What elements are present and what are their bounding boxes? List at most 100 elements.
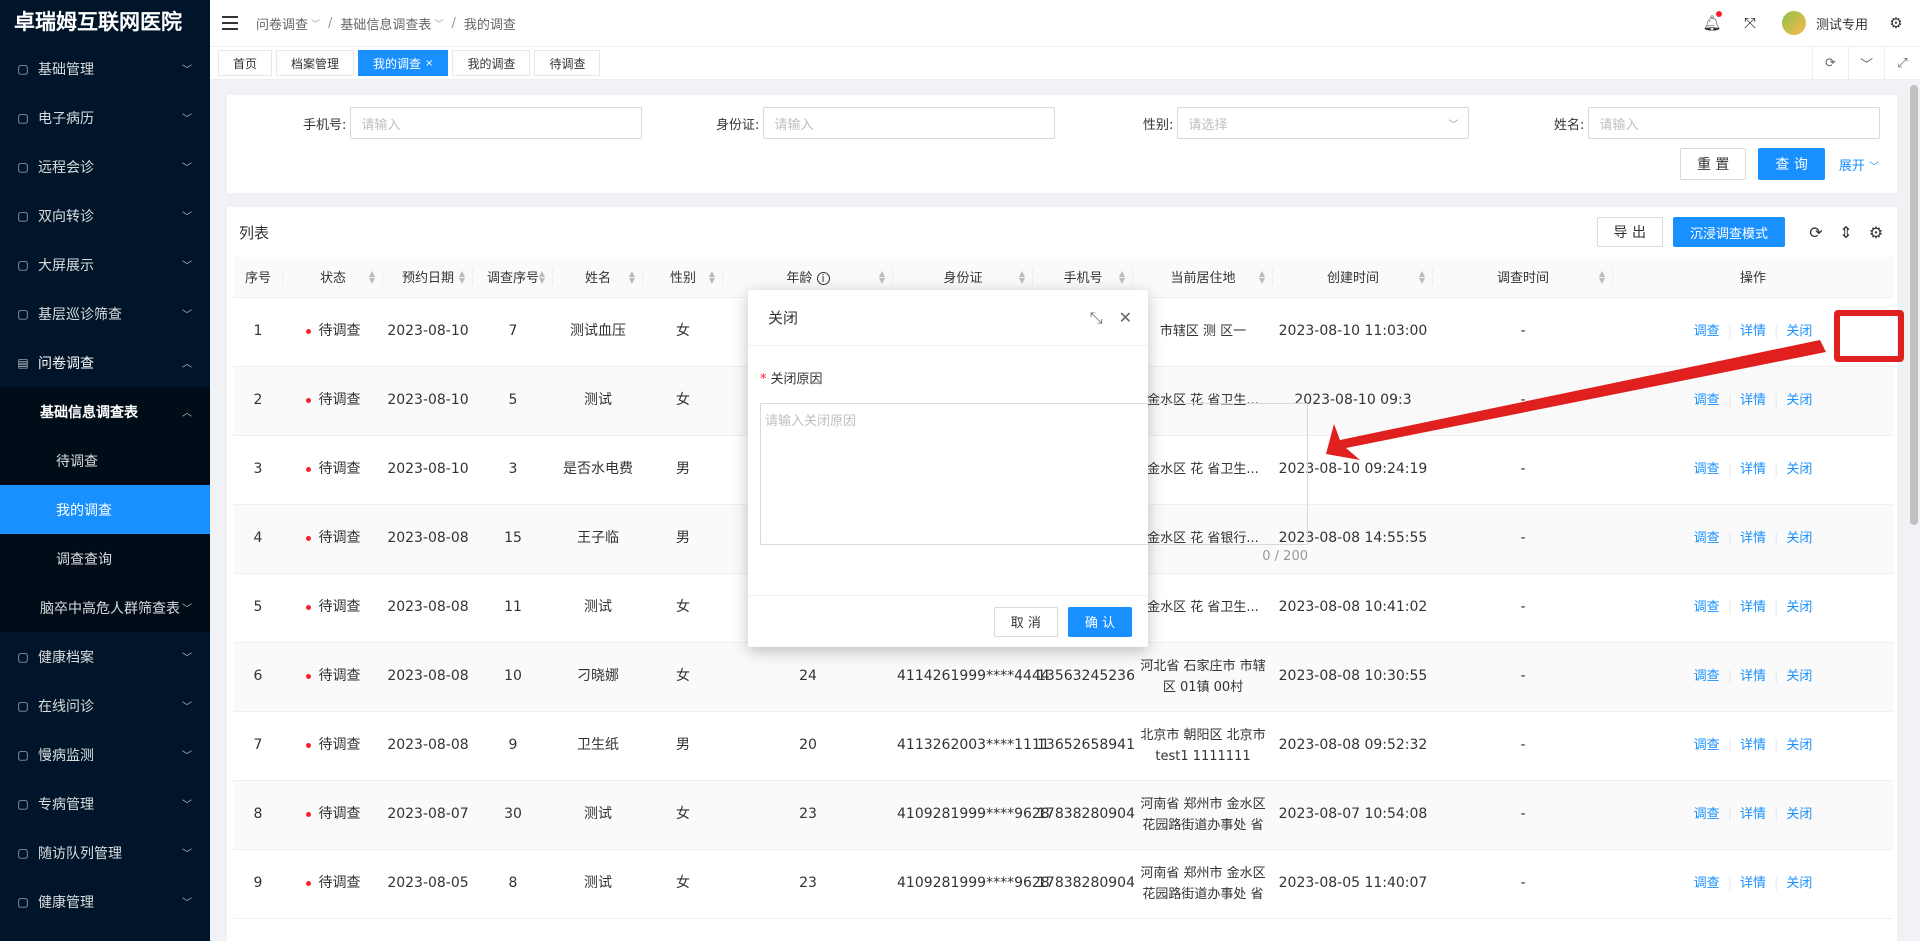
- user-name[interactable]: 测试专用: [1816, 14, 1868, 33]
- detail-link[interactable]: 详情: [1740, 807, 1766, 822]
- sort-icon[interactable]: ▲ ▼: [1419, 270, 1425, 285]
- survey-link[interactable]: 调查: [1694, 807, 1720, 822]
- bell-icon[interactable]: 🔔︎: [1702, 11, 1722, 33]
- expand-icon[interactable]: ⤢: [1884, 47, 1920, 79]
- id-input[interactable]: 请输入: [763, 107, 1056, 139]
- column-header[interactable]: 调查序号 ▲ ▼: [473, 257, 553, 298]
- detail-link[interactable]: 详情: [1740, 600, 1766, 615]
- sidebar-item[interactable]: ▢ 慢病监测 ﹀: [0, 730, 210, 779]
- column-header[interactable]: 预约日期 ▲ ▼: [383, 257, 473, 298]
- detail-link[interactable]: 详情: [1740, 669, 1766, 684]
- phone-input[interactable]: 请输入: [350, 107, 643, 139]
- detail-link[interactable]: 详情: [1740, 876, 1766, 891]
- gear-icon[interactable]: ⚙: [1867, 223, 1885, 242]
- sort-icon[interactable]: ▲ ▼: [1119, 270, 1125, 285]
- tab-archive[interactable]: 档案管理: [276, 50, 355, 76]
- sort-icon[interactable]: ▲ ▼: [1019, 270, 1025, 285]
- detail-link[interactable]: 详情: [1740, 324, 1766, 339]
- sidebar-item[interactable]: ▢ 健康档案 ﹀: [0, 632, 210, 681]
- sidebar-item[interactable]: ▢ 双向转诊 ﹀: [0, 191, 210, 240]
- refresh-icon[interactable]: ⟳: [1807, 223, 1825, 242]
- survey-link[interactable]: 调查: [1694, 738, 1720, 753]
- column-header[interactable]: 状态 ▲ ▼: [283, 257, 383, 298]
- gender-select[interactable]: 请选择 ﹀: [1177, 107, 1470, 139]
- fullscreen-icon[interactable]: ⤧: [1740, 13, 1760, 33]
- refresh-icon[interactable]: ⟳: [1812, 47, 1848, 79]
- immersive-mode-button[interactable]: 沉浸调查模式: [1672, 217, 1785, 247]
- close-link[interactable]: 关闭: [1786, 600, 1812, 615]
- detail-link[interactable]: 详情: [1740, 531, 1766, 546]
- tab-my-survey[interactable]: 我的调查: [452, 50, 531, 76]
- name-input[interactable]: 请输入: [1588, 107, 1881, 139]
- tab-pending-survey[interactable]: 待调查: [534, 50, 601, 76]
- sidebar-item-stroke-screening[interactable]: 脑卒中高危人群筛查表 ﹀: [0, 583, 210, 632]
- close-link[interactable]: 关闭: [1786, 669, 1812, 684]
- close-reason-textarea[interactable]: 请输入关闭原因: [760, 403, 1308, 545]
- sidebar-item-pending-survey[interactable]: 待调查: [0, 436, 210, 485]
- confirm-button[interactable]: 确 认: [1067, 606, 1132, 637]
- sidebar-item-my-survey[interactable]: 我的调查: [0, 485, 210, 534]
- detail-link[interactable]: 详情: [1740, 393, 1766, 408]
- column-header[interactable]: 调查时间 ▲ ▼: [1433, 257, 1613, 298]
- survey-link[interactable]: 调查: [1694, 462, 1720, 477]
- detail-link[interactable]: 详情: [1740, 462, 1766, 477]
- reset-button[interactable]: 重 置: [1679, 148, 1747, 180]
- close-link[interactable]: 关闭: [1786, 393, 1812, 408]
- sort-icon[interactable]: ▲ ▼: [1259, 270, 1265, 285]
- export-button[interactable]: 导 出: [1596, 217, 1663, 247]
- column-height-icon[interactable]: ⇕: [1837, 223, 1855, 242]
- survey-link[interactable]: 调查: [1694, 324, 1720, 339]
- sidebar-item[interactable]: ▢ 健康管理 ﹀: [0, 877, 210, 926]
- sort-icon[interactable]: ▲ ▼: [879, 270, 885, 285]
- query-button[interactable]: 查 询: [1758, 148, 1825, 180]
- sidebar-item[interactable]: ▢ 基础管理 ﹀: [0, 44, 210, 93]
- sort-icon[interactable]: ▲ ▼: [369, 270, 375, 285]
- sidebar-item[interactable]: ▢ 在线问诊 ﹀: [0, 681, 210, 730]
- close-icon[interactable]: ✕: [1119, 308, 1132, 328]
- sidebar-item[interactable]: ▢ 随访队列管理 ﹀: [0, 828, 210, 877]
- sidebar-item-basic-info-survey[interactable]: 基础信息调查表 ︿: [0, 387, 210, 436]
- column-header[interactable]: 姓名 ▲ ▼: [553, 257, 643, 298]
- menu-toggle-icon[interactable]: [222, 16, 238, 30]
- survey-link[interactable]: 调查: [1694, 669, 1720, 684]
- expand-link[interactable]: 展开 ﹀: [1839, 155, 1879, 174]
- close-link[interactable]: 关闭: [1786, 807, 1812, 822]
- sort-icon[interactable]: ▲ ▼: [459, 270, 465, 285]
- column-header[interactable]: 当前居住地 ▲ ▼: [1133, 257, 1273, 298]
- tab-my-survey-active[interactable]: 我的调查 ×: [358, 50, 449, 76]
- gear-icon[interactable]: ⚙: [1886, 13, 1906, 33]
- chevron-down-icon[interactable]: ﹀: [1848, 47, 1884, 79]
- sidebar-item[interactable]: ▢ 大屏展示 ﹀: [0, 240, 210, 289]
- sidebar-item-survey-query[interactable]: 调查查询: [0, 534, 210, 583]
- breadcrumb-item[interactable]: 基础信息调查表: [340, 14, 431, 33]
- tab-home[interactable]: 首页: [218, 50, 273, 76]
- close-icon[interactable]: ×: [425, 58, 433, 69]
- close-link[interactable]: 关闭: [1786, 462, 1812, 477]
- cancel-button[interactable]: 取 消: [993, 606, 1058, 637]
- sort-icon[interactable]: ▲ ▼: [539, 270, 545, 285]
- breadcrumb-item[interactable]: 问卷调查: [256, 14, 308, 33]
- page-scrollbar[interactable]: [1910, 85, 1918, 525]
- column-header[interactable]: 创建时间 ▲ ▼: [1273, 257, 1433, 298]
- sort-icon[interactable]: ▲ ▼: [629, 270, 635, 285]
- close-link[interactable]: 关闭: [1786, 738, 1812, 753]
- sidebar-item[interactable]: ▢ 基层巡诊筛查 ﹀: [0, 289, 210, 338]
- survey-link[interactable]: 调查: [1694, 531, 1720, 546]
- detail-link[interactable]: 详情: [1740, 738, 1766, 753]
- sidebar-item[interactable]: ▢ 远程会诊 ﹀: [0, 142, 210, 191]
- sidebar-item[interactable]: ▢ 电子病历 ﹀: [0, 93, 210, 142]
- close-link[interactable]: 关闭: [1786, 876, 1812, 891]
- survey-link[interactable]: 调查: [1694, 393, 1720, 408]
- sort-icon[interactable]: ▲ ▼: [1599, 270, 1605, 285]
- sidebar-item-survey[interactable]: ▤ 问卷调查 ︿: [0, 338, 210, 387]
- survey-link[interactable]: 调查: [1694, 600, 1720, 615]
- survey-link[interactable]: 调查: [1694, 876, 1720, 891]
- column-header[interactable]: 性别 ▲ ▼: [643, 257, 723, 298]
- close-link[interactable]: 关闭: [1786, 531, 1812, 546]
- fullscreen-icon[interactable]: ⤡: [1090, 308, 1103, 328]
- column-header[interactable]: 序号: [233, 257, 283, 298]
- close-link[interactable]: 关闭: [1786, 324, 1812, 339]
- avatar[interactable]: [1781, 11, 1806, 35]
- sidebar-item[interactable]: ▢ 专病管理 ﹀: [0, 779, 210, 828]
- sort-icon[interactable]: ▲ ▼: [709, 270, 715, 285]
